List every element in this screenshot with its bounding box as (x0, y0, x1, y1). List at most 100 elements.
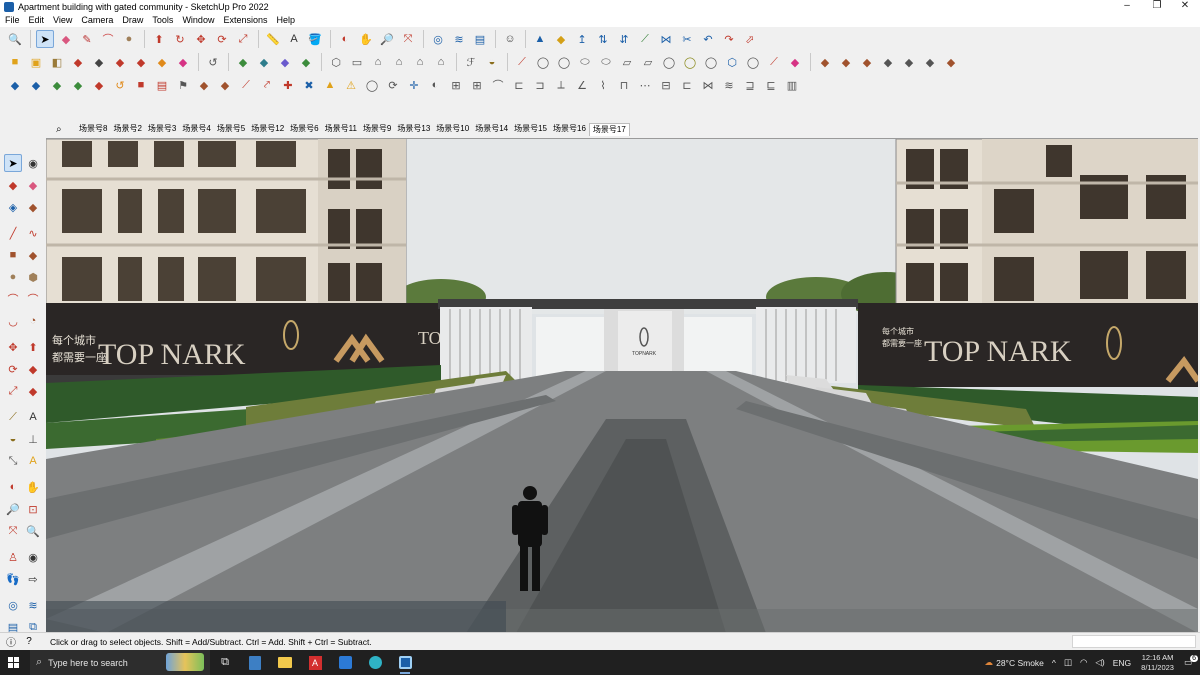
walk-icon[interactable]: 👣 (4, 570, 22, 588)
pan-icon[interactable]: ✋ (24, 478, 42, 496)
plugin-icon-5[interactable]: ⇵ (615, 30, 633, 48)
menu-view[interactable]: View (48, 14, 76, 27)
plugin-tool-icon-11[interactable]: ◆ (216, 76, 234, 94)
menu-draw[interactable]: Draw (117, 14, 147, 27)
paint-bucket-icon[interactable]: 🪣 (306, 30, 324, 48)
plugin-tool-icon-37[interactable]: ⊑ (762, 76, 780, 94)
help-icon[interactable]: ? (22, 635, 36, 649)
task-view-icon[interactable]: ⧉ (210, 650, 240, 675)
scene-tab[interactable]: 场景号13 (394, 123, 433, 135)
plugin-tool-icon-28[interactable]: ∠ (573, 76, 591, 94)
view-front-icon[interactable]: ⌂ (369, 53, 387, 71)
plugin-icon-1[interactable]: ▲ (531, 30, 549, 48)
push-pull-icon[interactable]: ⬆ (24, 338, 42, 356)
sketchup-taskbar-icon[interactable] (390, 650, 420, 675)
polygon-icon[interactable]: ⬢ (24, 268, 42, 286)
scene-tab[interactable]: 场景号5 (214, 123, 248, 135)
sandbox-icon-6[interactable]: ◆ (174, 53, 192, 71)
plugin-tool-icon-12[interactable]: ⟋ (237, 76, 255, 94)
plugin-curve-icon-12[interactable]: ◯ (744, 53, 762, 71)
menu-camera[interactable]: Camera (76, 14, 117, 27)
plugin-tool-icon-31[interactable]: ⋯ (636, 76, 654, 94)
eraser-icon[interactable]: ◆ (24, 176, 42, 194)
notifications-button[interactable]: ▭ 6 (1184, 655, 1198, 668)
previous-view-icon[interactable]: 🔍 (24, 522, 42, 540)
plugin-curve-icon-14[interactable]: ◆ (786, 53, 804, 71)
section-plane-icon[interactable]: ℱ (462, 53, 480, 71)
plugin-tool-icon-13[interactable]: ⤤ (258, 76, 276, 94)
start-button[interactable] (0, 650, 28, 675)
scale-icon[interactable]: ⤢ (234, 30, 252, 48)
orbit-icon[interactable]: ◐ (336, 30, 354, 48)
plugin-curve-icon-11[interactable]: ⬡ (723, 53, 741, 71)
arc-tool-icon[interactable]: ⌒ (99, 30, 117, 48)
menu-edit[interactable]: Edit (24, 14, 49, 27)
menu-help[interactable]: Help (271, 14, 299, 27)
plugin-material-icon-4[interactable]: ◆ (879, 53, 897, 71)
view-top-icon[interactable]: ▭ (348, 53, 366, 71)
solid-union-icon[interactable]: ▣ (27, 53, 45, 71)
sandbox-icon-4[interactable]: ◆ (132, 53, 150, 71)
plugin-curve-icon-4[interactable]: ⬭ (576, 53, 594, 71)
plugin-tool-icon-5[interactable]: ◆ (90, 76, 108, 94)
sandbox-icon-5[interactable]: ◆ (153, 53, 171, 71)
plugin-tool-icon-2[interactable]: ◆ (27, 76, 45, 94)
file-explorer-icon[interactable] (270, 650, 300, 675)
plugin-tool-icon-38[interactable]: ▥ (783, 76, 801, 94)
plugin-material-icon-5[interactable]: ◆ (900, 53, 918, 71)
3d-text-icon[interactable]: A (24, 452, 42, 470)
plugin-tool-icon-24[interactable]: ⌒ (489, 76, 507, 94)
offset-icon[interactable]: ◆ (24, 382, 42, 400)
plugin-curve-icon-6[interactable]: ▱ (618, 53, 636, 71)
scene-tab[interactable]: 场景号11 (322, 123, 360, 135)
menu-file[interactable]: File (0, 14, 24, 27)
plugin-curve-icon-1[interactable]: ⟋ (513, 53, 531, 71)
plugin-material-icon-2[interactable]: ◆ (837, 53, 855, 71)
scene-tab[interactable]: 场景号14 (472, 123, 511, 135)
follow-me-icon[interactable]: ◆ (24, 360, 42, 378)
scene-tab[interactable]: 场景号3 (145, 123, 179, 135)
extension-warehouse-icon[interactable]: ≋ (450, 30, 468, 48)
plugin-material-icon-1[interactable]: ◆ (816, 53, 834, 71)
dimension-icon[interactable]: ⤡ (4, 452, 22, 470)
style-icon-4[interactable]: ◆ (297, 53, 315, 71)
menu-tools[interactable]: Tools (147, 14, 177, 27)
two-point-arc-icon[interactable]: ⌒ (24, 290, 42, 308)
pan-icon[interactable]: ✋ (357, 30, 375, 48)
network-status-icon[interactable]: ◫ (1064, 657, 1072, 668)
warehouse-icon[interactable]: ◎ (429, 30, 447, 48)
zoom-window-icon[interactable]: ⊡ (24, 500, 42, 518)
rotate-icon[interactable]: ⟳ (213, 30, 231, 48)
undo-icon[interactable]: ↶ (699, 30, 717, 48)
pie-icon[interactable]: ◔ (24, 312, 42, 330)
plugin-icon-6[interactable]: ⟋ (636, 30, 654, 48)
component-icon[interactable]: ◉ (24, 154, 42, 172)
volume-icon[interactable]: ◁) (1095, 657, 1104, 668)
zoom-icon[interactable]: 🔎 (378, 30, 396, 48)
material-icon[interactable]: ◈ (4, 198, 22, 216)
plugin-curve-icon-13[interactable]: ⟋ (765, 53, 783, 71)
layout-icon[interactable]: ▤ (471, 30, 489, 48)
search-icon[interactable]: 🔍 (6, 30, 24, 48)
plugin-tool-icon-25[interactable]: ⊏ (510, 76, 528, 94)
view-iso-icon[interactable]: ⬡ (327, 53, 345, 71)
plugin-curve-icon-5[interactable]: ⬭ (597, 53, 615, 71)
view-back-icon[interactable]: ⌂ (411, 53, 429, 71)
plugin-tool-icon-30[interactable]: ⊓ (615, 76, 633, 94)
arc-icon[interactable]: ⌒ (4, 290, 22, 308)
edge-browser-icon[interactable] (360, 650, 390, 675)
plugin-tool-icon-9[interactable]: ⚑ (174, 76, 192, 94)
scene-tab[interactable]: 场景号15 (511, 123, 550, 135)
curve-tool-icon[interactable]: ↺ (204, 53, 222, 71)
clock[interactable]: 12:16 AM 8/11/2023 (1141, 653, 1174, 673)
plugin-tool-icon-7[interactable]: ■ (132, 76, 150, 94)
scene-tab-active[interactable]: 场景号17 (588, 122, 630, 136)
zoom-extents-icon[interactable]: ⤧ (399, 30, 417, 48)
scene-tab[interactable]: 场景号10 (433, 123, 472, 135)
plugin-material-icon-7[interactable]: ◆ (942, 53, 960, 71)
menu-window[interactable]: Window (177, 14, 218, 27)
plugin-tool-icon-15[interactable]: ✖ (300, 76, 318, 94)
style-icon-1[interactable]: ◆ (234, 53, 252, 71)
plugin-tool-icon-19[interactable]: ⟳ (384, 76, 402, 94)
plugin-tool-icon-36[interactable]: ⊒ (741, 76, 759, 94)
